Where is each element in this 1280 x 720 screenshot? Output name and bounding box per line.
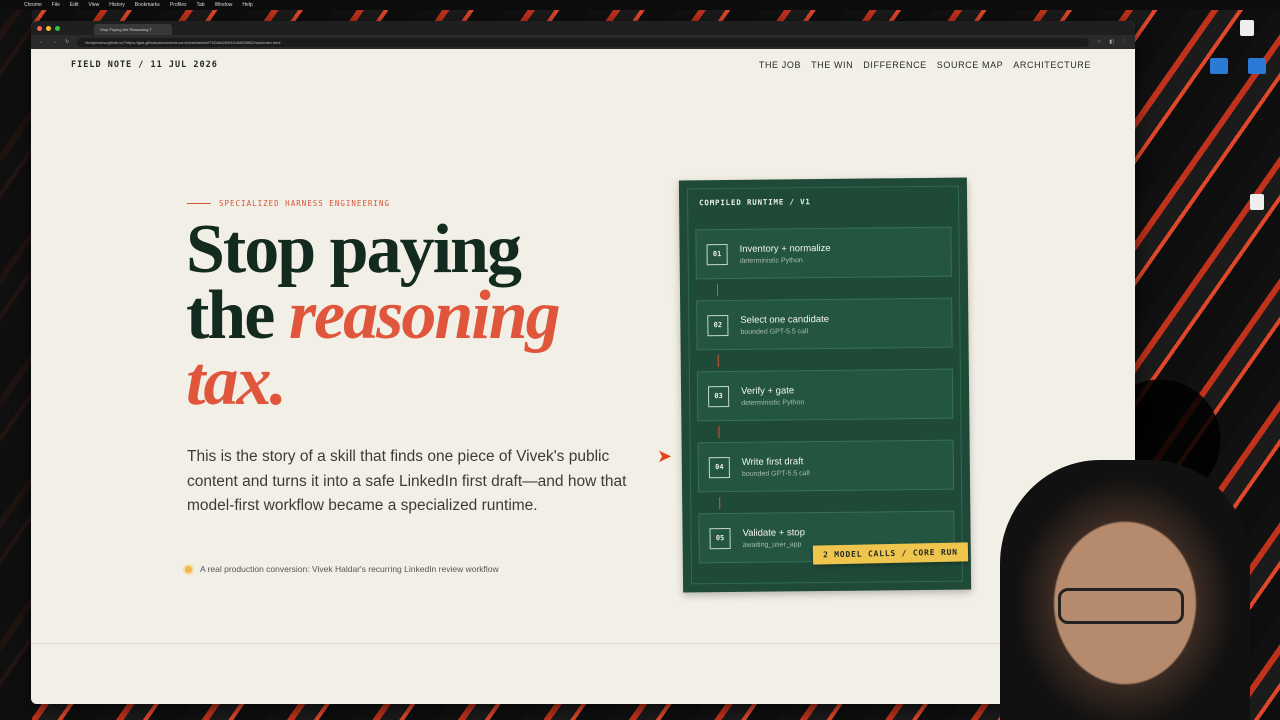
step-subtitle: bounded GPT-5.5 call bbox=[740, 327, 809, 336]
step-subtitle: deterministic Python bbox=[741, 398, 805, 407]
address-bar[interactable]: htmlpreview.github.io/?https://gist.gith… bbox=[77, 37, 1089, 47]
menu-bar: Chrome File Edit View History Bookmarks … bbox=[0, 0, 1280, 10]
production-note: A real production conversion: Vivek Hald… bbox=[185, 564, 499, 574]
document-icon[interactable] bbox=[1240, 20, 1254, 36]
nav-difference[interactable]: DIFFERENCE bbox=[863, 60, 927, 70]
menu-chrome[interactable]: Chrome bbox=[24, 2, 42, 8]
step-title: Write first draft bbox=[741, 455, 804, 468]
production-note-text: A real production conversion: Vivek Hald… bbox=[200, 564, 499, 574]
page-title: Stop paying the reasoning tax. bbox=[186, 215, 616, 417]
headline-accent-reasoning: reasoning bbox=[288, 277, 561, 354]
nav-the-job[interactable]: THE JOB bbox=[759, 60, 801, 70]
menu-help[interactable]: Help bbox=[242, 2, 252, 8]
top-nav: THE JOB THE WIN DIFFERENCE SOURCE MAP AR… bbox=[759, 60, 1091, 70]
runtime-step: 01 Inventory + normalize deterministic P… bbox=[695, 226, 952, 280]
headline-accent-tax: tax. bbox=[186, 343, 287, 420]
field-note-label: FIELD NOTE / 11 JUL 2026 bbox=[71, 60, 218, 70]
zoom-window-button[interactable] bbox=[55, 25, 60, 31]
close-window-button[interactable] bbox=[37, 25, 42, 31]
status-dot-icon bbox=[185, 565, 192, 573]
step-title: Select one candidate bbox=[740, 313, 830, 326]
address-text: htmlpreview.github.io/?https://gist.gith… bbox=[85, 39, 281, 45]
document-icon[interactable] bbox=[1250, 194, 1264, 210]
step-subtitle: awaiting_user_app bbox=[742, 540, 802, 549]
step-title: Inventory + normalize bbox=[739, 242, 831, 255]
runtime-step: 03 Verify + gate deterministic Python bbox=[696, 368, 954, 422]
mouse-cursor-icon: ➤ bbox=[657, 446, 673, 466]
menu-bookmarks[interactable]: Bookmarks bbox=[135, 2, 160, 8]
runtime-step: 04 Write first draft bounded GPT-5.5 cal… bbox=[697, 439, 955, 493]
model-calls-badge: 2 MODEL CALLS / CORE RUN bbox=[812, 542, 968, 565]
forward-icon[interactable]: → bbox=[52, 39, 57, 45]
step-number: 04 bbox=[708, 456, 730, 478]
back-icon[interactable]: ← bbox=[39, 39, 44, 45]
tab-title: Stop Paying the Reasoning T bbox=[100, 27, 152, 32]
page-content: FIELD NOTE / 11 JUL 2026 THE JOB THE WIN… bbox=[31, 49, 1135, 704]
runtime-step: 02 Select one candidate bounded GPT-5.5 … bbox=[696, 297, 953, 351]
webcam-overlay bbox=[1000, 460, 1250, 720]
menu-window[interactable]: Window bbox=[215, 2, 233, 8]
step-number: 03 bbox=[708, 385, 730, 407]
eyebrow-rule bbox=[187, 203, 211, 204]
browser-window: Stop Paying the Reasoning T ← → ↻ htmlpr… bbox=[31, 21, 1135, 704]
address-toolbar: ← → ↻ htmlpreview.github.io/?https://gis… bbox=[31, 35, 1135, 49]
reload-icon[interactable]: ↻ bbox=[65, 39, 69, 45]
step-subtitle: bounded GPT-5.5 call bbox=[741, 469, 810, 478]
folder-icon[interactable] bbox=[1248, 58, 1266, 74]
menu-view[interactable]: View bbox=[88, 2, 99, 8]
step-title: Verify + gate bbox=[740, 384, 795, 397]
nav-source-map[interactable]: SOURCE MAP bbox=[937, 60, 1004, 70]
menu-profiles[interactable]: Profiles bbox=[170, 2, 187, 8]
eyebrow: SPECIALIZED HARNESS ENGINEERING bbox=[187, 199, 390, 208]
runtime-steps: 01 Inventory + normalize deterministic P… bbox=[695, 226, 955, 564]
bookmark-star-icon[interactable]: ☆ bbox=[1097, 39, 1101, 45]
lead-paragraph: This is the story of a skill that finds … bbox=[187, 448, 627, 514]
step-title: Validate + stop bbox=[742, 526, 806, 539]
runtime-card: COMPILED RUNTIME / V1 01 Inventory + nor… bbox=[678, 177, 972, 593]
step-number: 01 bbox=[706, 243, 728, 265]
tab-bar: Stop Paying the Reasoning T bbox=[31, 21, 1135, 35]
step-number: 05 bbox=[709, 527, 731, 549]
nav-the-win[interactable]: THE WIN bbox=[811, 60, 853, 70]
nav-architecture[interactable]: ARCHITECTURE bbox=[1013, 60, 1091, 70]
folder-icon[interactable] bbox=[1210, 58, 1228, 74]
menu-history[interactable]: History bbox=[109, 2, 125, 8]
step-number: 02 bbox=[707, 314, 729, 336]
extensions-icon[interactable]: ◧ bbox=[1109, 39, 1114, 45]
step-subtitle: deterministic Python bbox=[739, 256, 803, 265]
menu-kebab-icon[interactable]: ⋮ bbox=[1122, 39, 1127, 45]
menu-edit[interactable]: Edit bbox=[70, 2, 79, 8]
minimize-window-button[interactable] bbox=[46, 25, 51, 31]
browser-tab[interactable]: Stop Paying the Reasoning T bbox=[94, 24, 172, 35]
menu-tab[interactable]: Tab bbox=[197, 2, 205, 8]
eyebrow-text: SPECIALIZED HARNESS ENGINEERING bbox=[219, 199, 390, 208]
section-divider bbox=[31, 643, 1135, 644]
menu-file[interactable]: File bbox=[52, 2, 60, 8]
